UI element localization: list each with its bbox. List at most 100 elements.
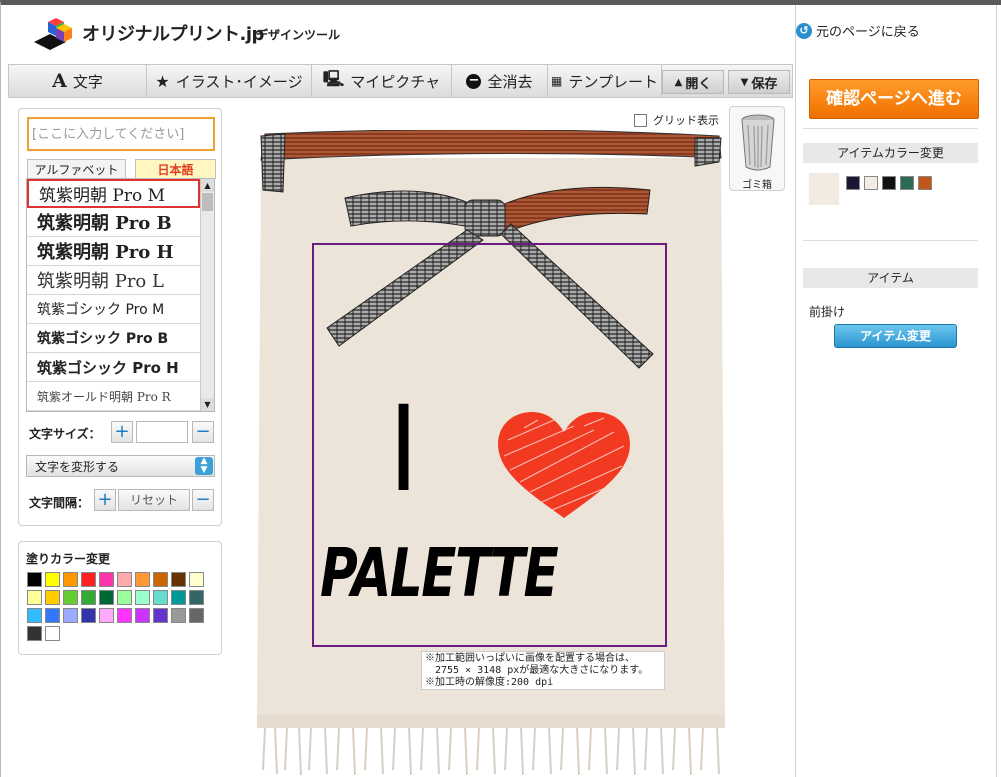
fill-color-swatch[interactable] bbox=[81, 608, 96, 623]
illust-tool-tab[interactable]: ★ イラスト･イメージ bbox=[147, 65, 312, 97]
scroll-down-icon[interactable]: ▼ bbox=[201, 398, 214, 411]
fill-color-swatch[interactable] bbox=[45, 572, 60, 587]
fill-color-swatch[interactable] bbox=[135, 572, 150, 587]
scroll-thumb[interactable] bbox=[202, 193, 213, 211]
fill-color-swatch[interactable] bbox=[45, 626, 60, 641]
fill-color-swatch[interactable] bbox=[99, 590, 114, 605]
item-title: アイテム bbox=[803, 268, 978, 288]
right-edge bbox=[996, 5, 997, 777]
letter-a-icon: A bbox=[52, 70, 67, 92]
heart-icon[interactable] bbox=[494, 410, 634, 520]
spacing-decrease-button[interactable]: − bbox=[192, 489, 214, 511]
item-color-swatch[interactable] bbox=[864, 176, 878, 190]
template-label: テンプレート bbox=[568, 72, 658, 91]
back-to-original-link[interactable]: ↺ 元のページに戻る bbox=[796, 21, 920, 40]
font-item-old-mincho-r[interactable]: 筑紫オールド明朝 Pro R bbox=[27, 382, 200, 411]
brand-title: オリジナルプリント.jp bbox=[82, 24, 264, 45]
print-area[interactable]: I PALETTE bbox=[312, 243, 667, 647]
fill-color-swatch[interactable] bbox=[81, 590, 96, 605]
fill-color-swatch[interactable] bbox=[171, 590, 186, 605]
font-list: 筑紫明朝 Pro M 筑紫明朝 Pro B 筑紫明朝 Pro H 筑紫明朝 Pr… bbox=[26, 178, 215, 412]
fill-color-swatch[interactable] bbox=[63, 608, 78, 623]
font-size-label: 文字サイズ： bbox=[29, 427, 101, 441]
design-text-i[interactable]: I bbox=[394, 385, 413, 510]
save-button[interactable]: ▼ 保存 bbox=[728, 70, 790, 94]
text-input[interactable] bbox=[27, 117, 215, 151]
arrow-down-icon: ▼ bbox=[740, 76, 749, 88]
fill-color-swatch[interactable] bbox=[135, 608, 150, 623]
fill-color-palette bbox=[27, 572, 217, 641]
fill-color-swatch[interactable] bbox=[45, 608, 60, 623]
fill-color-swatch[interactable] bbox=[117, 608, 132, 623]
clear-all-tool[interactable]: − 全消去 bbox=[452, 65, 548, 97]
font-item-gothic-m[interactable]: 筑紫ゴシック Pro M bbox=[27, 295, 200, 324]
note-line-1: ※加工範囲いっぱいに画像を配置する場合は、 bbox=[425, 653, 635, 664]
font-item-mincho-l[interactable]: 筑紫明朝 Pro L bbox=[27, 266, 200, 295]
fill-color-swatch[interactable] bbox=[189, 572, 204, 587]
grid-label: グリッド表示 bbox=[653, 114, 719, 127]
design-text-palette[interactable]: PALETTE bbox=[320, 538, 667, 608]
brand-subtitle: デザインツール bbox=[256, 28, 341, 42]
font-item-mincho-m[interactable]: 筑紫明朝 Pro M bbox=[27, 179, 200, 208]
font-size-field[interactable] bbox=[136, 421, 188, 443]
grid-toggle[interactable]: グリッド表示 bbox=[634, 112, 719, 128]
item-color-swatch[interactable] bbox=[900, 176, 914, 190]
item-color-swatch[interactable] bbox=[882, 176, 896, 190]
fill-color-swatch[interactable] bbox=[63, 572, 78, 587]
star-icon: ★ bbox=[155, 71, 170, 91]
fill-color-swatch[interactable] bbox=[117, 590, 132, 605]
fill-color-swatch[interactable] bbox=[63, 590, 78, 605]
size-increase-button[interactable]: + bbox=[111, 421, 133, 443]
fill-color-swatch[interactable] bbox=[27, 572, 42, 587]
transform-label: 文字を変形する bbox=[35, 459, 120, 474]
item-color-swatch[interactable] bbox=[846, 176, 860, 190]
fill-color-swatch[interactable] bbox=[117, 572, 132, 587]
right-divider-1 bbox=[803, 128, 978, 129]
fill-color-swatch[interactable] bbox=[27, 590, 42, 605]
back-link-label: 元のページに戻る bbox=[816, 25, 920, 40]
fill-color-swatch[interactable] bbox=[99, 572, 114, 587]
confirm-page-button[interactable]: 確認ページへ進む bbox=[809, 79, 979, 119]
fill-color-swatch[interactable] bbox=[189, 590, 204, 605]
tab-alphabet[interactable]: アルファベット bbox=[27, 159, 126, 179]
transform-select[interactable]: 文字を変形する ▲ ▼ bbox=[26, 455, 215, 477]
fill-color-swatch[interactable] bbox=[81, 572, 96, 587]
return-arrow-icon: ↺ bbox=[796, 22, 812, 39]
fill-color-swatch[interactable] bbox=[153, 572, 168, 587]
fill-color-swatch[interactable] bbox=[27, 626, 42, 641]
font-item-gothic-h[interactable]: 筑紫ゴシック Pro H bbox=[27, 353, 200, 382]
fill-color-swatch[interactable] bbox=[27, 608, 42, 623]
font-item-mincho-h[interactable]: 筑紫明朝 Pro H bbox=[27, 237, 200, 266]
fill-color-swatch[interactable] bbox=[135, 590, 150, 605]
my-picture-tool-tab[interactable]: 🖳 マイピクチャ bbox=[312, 65, 452, 97]
logo-cubes-icon bbox=[34, 18, 72, 50]
text-tool-tab[interactable]: A 文字 bbox=[9, 65, 147, 97]
fill-color-swatch[interactable] bbox=[189, 608, 204, 623]
tab-japanese[interactable]: 日本語 bbox=[135, 159, 216, 179]
trash-can-icon bbox=[741, 114, 775, 171]
item-color-swatch[interactable] bbox=[918, 176, 932, 190]
size-decrease-button[interactable]: − bbox=[192, 421, 214, 443]
fill-color-swatch[interactable] bbox=[153, 590, 168, 605]
clear-all-label: 全消去 bbox=[487, 72, 533, 91]
font-item-gothic-b[interactable]: 筑紫ゴシック Pro B bbox=[27, 324, 200, 353]
spacing-increase-button[interactable]: + bbox=[94, 489, 116, 511]
trash-label: ゴミ箱 bbox=[742, 180, 772, 191]
item-change-button[interactable]: アイテム変更 bbox=[834, 324, 957, 348]
grid-checkbox[interactable] bbox=[634, 113, 647, 127]
font-list-scrollbar[interactable]: ▲ ▼ bbox=[200, 179, 214, 411]
grid-icon: ▦ bbox=[551, 74, 563, 88]
fill-color-swatch[interactable] bbox=[171, 572, 186, 587]
open-button[interactable]: ▲ 開く bbox=[662, 70, 724, 94]
fill-color-swatch[interactable] bbox=[45, 590, 60, 605]
item-color-title: アイテムカラー変更 bbox=[803, 143, 978, 163]
fill-color-swatch[interactable] bbox=[153, 608, 168, 623]
scroll-up-icon[interactable]: ▲ bbox=[201, 179, 214, 192]
item-name: 前掛け bbox=[809, 305, 846, 319]
item-color-swatches bbox=[846, 176, 932, 190]
spacing-reset-button[interactable]: リセット bbox=[118, 489, 190, 511]
font-item-mincho-b[interactable]: 筑紫明朝 Pro B bbox=[27, 208, 200, 237]
template-tool-tab[interactable]: ▦ テンプレート bbox=[548, 65, 662, 97]
fill-color-swatch[interactable] bbox=[99, 608, 114, 623]
fill-color-swatch[interactable] bbox=[171, 608, 186, 623]
